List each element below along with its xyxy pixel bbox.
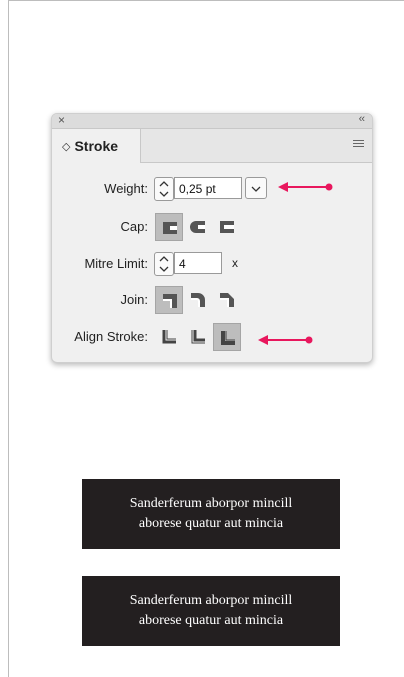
join-row: Join: [52,286,372,314]
bevel-join-icon [220,293,234,307]
align-inside-button[interactable] [184,323,212,351]
text-frame-2-line-1: Sanderferum aborpor mincill [129,593,293,608]
align-stroke-row: Align Stroke: [52,323,372,351]
text-frame-1-line-1: Sanderferum aborpor mincill [129,496,293,511]
butt-cap-icon [163,222,177,234]
text-frame-1[interactable]: Sanderferum aborpor mincill aborese quat… [82,479,340,549]
round-cap-icon [190,221,205,233]
cap-label: Cap: [120,219,148,234]
stroke-panel: × ‹‹ ◇ Stroke Weight: 0,25 pt Cap: Mitre… [51,113,373,363]
panel-tab-row: ◇ Stroke [52,129,372,163]
align-stroke-annotation-arrow [258,335,313,345]
align-outside-icon [221,331,235,345]
weight-field[interactable]: 0,25 pt [174,177,242,199]
align-center-icon [162,330,176,344]
text-frame-2-line-2: aborese quatur aut mincia [138,613,284,628]
butt-cap-button[interactable] [155,213,183,241]
align-stroke-label: Align Stroke: [74,329,148,344]
align-inside-icon [191,330,205,344]
round-join-button[interactable] [184,286,212,314]
mitre-limit-unit: x [232,256,238,270]
tab-stroke[interactable]: ◇ Stroke [52,129,141,163]
bevel-join-button[interactable] [213,286,241,314]
cap-row: Cap: [52,213,372,241]
expand-options-icon[interactable]: ◇ [62,140,70,153]
weight-annotation-arrow [278,182,333,192]
collapse-icon[interactable]: ‹‹ [359,114,365,125]
projecting-cap-button[interactable] [213,213,241,241]
mitre-limit-label: Mitre Limit: [84,256,148,271]
round-cap-button[interactable] [184,213,212,241]
mitre-limit-stepper[interactable] [154,252,174,276]
mitre-limit-field[interactable]: 4 [174,252,222,274]
panel-titlebar[interactable]: × ‹‹ [52,114,372,129]
tab-stroke-label: Stroke [74,138,119,154]
page-frame-left [8,0,9,677]
mitre-limit-row: Mitre Limit: 4 x [52,250,372,278]
miter-join-icon [163,294,177,308]
text-frame-2[interactable]: Sanderferum aborpor mincill aborese quat… [82,576,340,646]
page-frame-top [8,0,404,1]
close-icon[interactable]: × [58,114,65,127]
weight-dropdown-button[interactable] [245,177,267,199]
weight-stepper[interactable] [154,177,174,201]
miter-join-button[interactable] [155,286,183,314]
weight-label: Weight: [104,181,148,196]
projecting-cap-icon [220,221,234,233]
join-label: Join: [120,292,148,307]
align-center-button[interactable] [155,323,183,351]
text-frame-1-line-2: aborese quatur aut mincia [138,516,284,531]
panel-menu-icon[interactable] [353,140,364,149]
align-outside-button[interactable] [213,323,241,351]
round-join-icon [191,293,205,307]
